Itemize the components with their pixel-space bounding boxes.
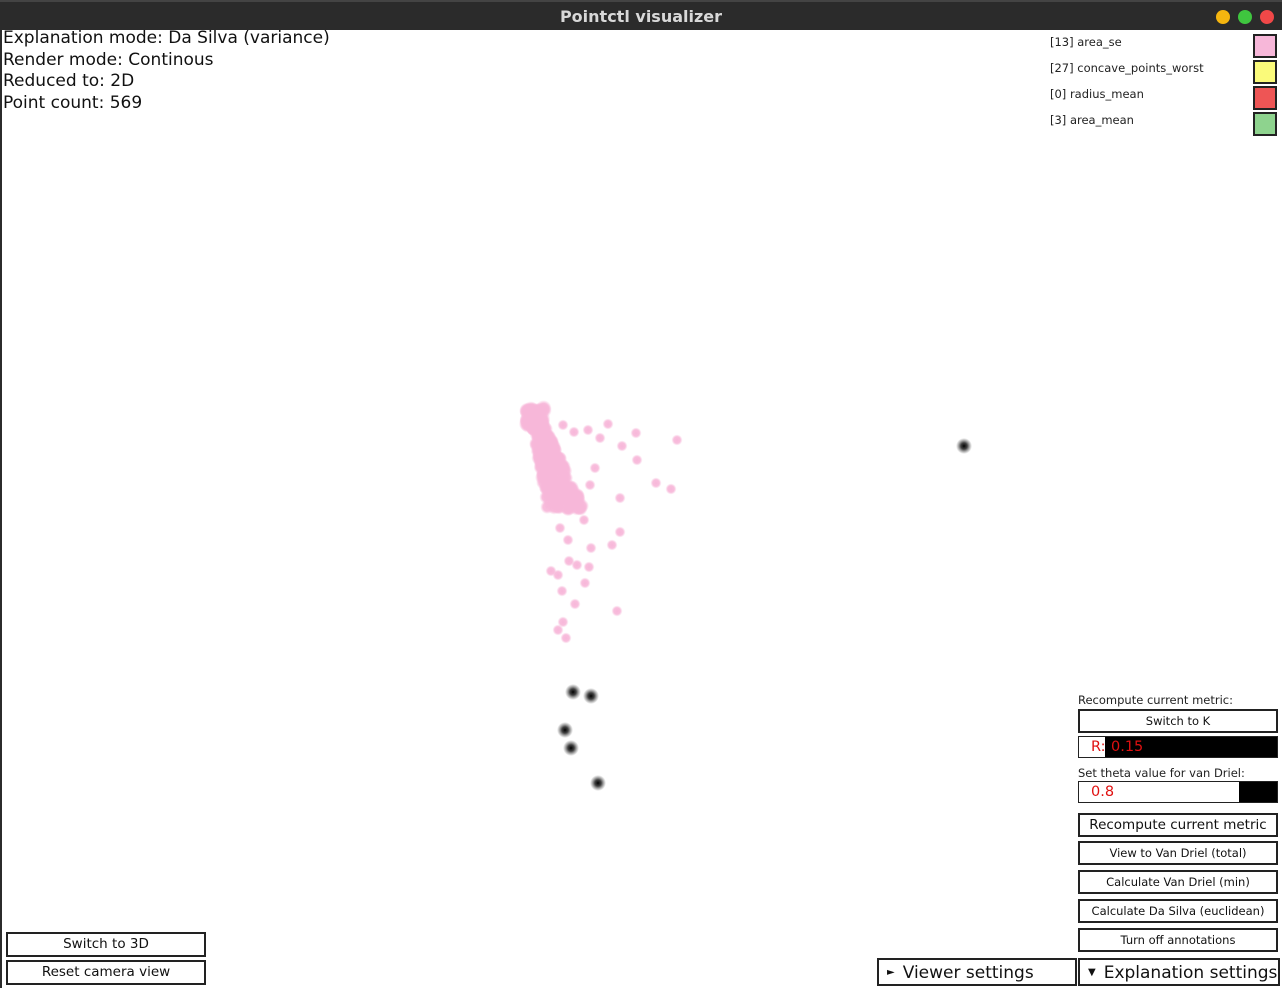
minimize-button[interactable] (1216, 10, 1230, 24)
data-point (589, 462, 601, 474)
r-label: R: (1091, 739, 1106, 755)
r-value: 0.15 (1111, 739, 1144, 755)
window-titlebar: Pointctl visualizer (0, 0, 1282, 30)
data-point (631, 454, 643, 466)
legend-label: [0] radius_mean (1050, 87, 1144, 101)
r-input[interactable]: R: 0.15 (1078, 736, 1278, 758)
data-point (553, 460, 568, 475)
legend-label: [3] area_mean (1050, 113, 1134, 127)
window-title: Pointctl visualizer (559, 7, 723, 26)
explanation-settings-label: Explanation settings (1103, 963, 1278, 983)
data-point (540, 500, 555, 514)
legend-label: [13] area_se (1050, 35, 1122, 49)
render-mode-text: Render mode: Continous (3, 49, 214, 70)
theta-value: 0.8 (1091, 784, 1115, 800)
data-point (671, 434, 683, 446)
data-point (602, 418, 614, 430)
data-point (582, 424, 594, 436)
data-point (556, 585, 568, 597)
expanded-arrow-icon: ▼ (1088, 967, 1096, 978)
calc-van-driel-min-button[interactable]: Calculate Van Driel (min) (1078, 870, 1278, 894)
reduced-to-text: Reduced to: 2D (3, 71, 135, 91)
data-point (554, 522, 566, 534)
legend-swatch (1253, 86, 1277, 110)
legend-item: [0] radius_mean (1050, 84, 1280, 110)
legend-label: [27] concave_points_worst (1050, 61, 1204, 75)
data-point (590, 775, 606, 791)
recompute-metric-button[interactable]: Recompute current metric (1078, 813, 1278, 837)
data-point (611, 605, 623, 617)
theta-input[interactable]: 0.8 (1078, 781, 1278, 803)
close-button[interactable] (1260, 10, 1274, 24)
legend-swatch (1253, 60, 1277, 84)
legend: [13] area_se [27] concave_points_worst [… (1050, 32, 1280, 136)
data-point (583, 561, 595, 573)
explanation-settings-header[interactable]: ▼ Explanation settings (1078, 958, 1280, 986)
data-point (571, 559, 583, 571)
data-point (540, 461, 555, 476)
data-point (583, 688, 599, 704)
legend-swatch (1253, 112, 1277, 136)
status-panel: Explanation mode: Da Silva (variance) Re… (3, 28, 330, 114)
data-point (956, 438, 972, 454)
data-point (616, 440, 628, 452)
data-point (569, 598, 581, 610)
data-point (585, 542, 597, 554)
data-point (562, 534, 574, 546)
data-point (552, 569, 564, 581)
data-point (584, 479, 596, 491)
switch-to-k-button[interactable]: Switch to K (1078, 709, 1278, 733)
data-point (552, 624, 564, 636)
data-point (665, 483, 677, 495)
turn-off-annotations-button[interactable]: Turn off annotations (1078, 928, 1278, 952)
legend-swatch (1253, 34, 1277, 58)
data-point (543, 481, 558, 495)
data-point (630, 427, 642, 439)
legend-item: [13] area_se (1050, 32, 1280, 58)
point-cloud (518, 400, 972, 791)
data-point (594, 432, 606, 444)
calc-da-silva-button[interactable]: Calculate Da Silva (euclidean) (1078, 899, 1278, 923)
data-point (606, 539, 618, 551)
data-point (561, 486, 576, 500)
recompute-caption: Recompute current metric: (1078, 693, 1233, 707)
switch-to-3d-button[interactable]: Switch to 3D (6, 932, 206, 957)
reset-camera-button[interactable]: Reset camera view (6, 960, 206, 985)
data-point (560, 632, 572, 644)
maximize-button[interactable] (1238, 10, 1252, 24)
viewer-settings-header[interactable]: ► Viewer settings (877, 958, 1077, 986)
data-point (557, 419, 569, 431)
viewer-settings-label: Viewer settings (902, 963, 1034, 983)
data-point (579, 577, 591, 589)
data-point (542, 439, 557, 454)
data-point (532, 416, 549, 432)
point-count-text: Point count: 569 (3, 92, 143, 113)
data-point (614, 492, 626, 504)
data-point (563, 740, 579, 756)
data-point (557, 722, 573, 738)
view-van-driel-button[interactable]: View to Van Driel (total) (1078, 841, 1278, 865)
explanation-mode-text: Explanation mode: Da Silva (variance) (3, 28, 330, 48)
data-point (650, 477, 662, 489)
data-point (573, 501, 588, 516)
data-point (578, 514, 590, 526)
theta-caption: Set theta value for van Driel: (1078, 766, 1245, 780)
legend-item: [3] area_mean (1050, 110, 1280, 136)
data-point (614, 526, 626, 538)
data-point (568, 426, 580, 438)
data-point (565, 684, 581, 700)
legend-item: [27] concave_points_worst (1050, 58, 1280, 84)
collapsed-arrow-icon: ► (887, 967, 895, 978)
